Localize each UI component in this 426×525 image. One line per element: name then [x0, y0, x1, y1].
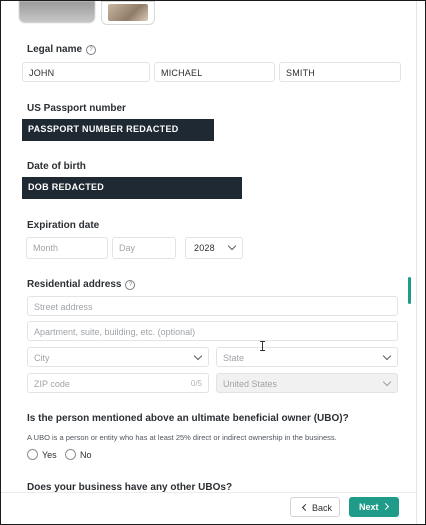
radio-circle-icon[interactable]	[27, 449, 38, 460]
chevron-down-icon	[382, 377, 392, 387]
ubo-question: Is the person mentioned above an ultimat…	[27, 413, 349, 424]
expiration-day-field[interactable]: Day	[112, 237, 176, 259]
zip-code-input[interactable]: ZIP code 0/5	[27, 373, 209, 393]
form-window: Legal name? JOHN MICHAEL SMITH US Passpo…	[0, 0, 426, 525]
panel-divider	[416, 1, 417, 524]
back-button[interactable]: Back	[290, 497, 340, 517]
expiration-label: Expiration date	[27, 220, 99, 231]
chevron-right-icon	[381, 502, 390, 511]
legal-name-label: Legal name?	[27, 44, 97, 55]
last-name-field[interactable]: SMITH	[279, 62, 401, 82]
no-label: No	[80, 450, 92, 460]
first-name-value: JOHN	[29, 68, 55, 78]
chevron-left-icon	[301, 503, 310, 512]
street-placeholder: Street address	[34, 302, 93, 312]
document-thumbnail-back[interactable]	[101, 1, 155, 25]
country-select: United States	[216, 373, 398, 393]
chevron-down-icon	[227, 241, 237, 251]
expiration-month-field[interactable]: Month	[26, 237, 108, 259]
address-label: Residential address?	[27, 279, 136, 290]
dob-label-text: Date of birth	[27, 161, 86, 172]
ubo-hint: A UBO is a person or entity who has at l…	[27, 433, 337, 442]
state-placeholder: State	[223, 353, 245, 363]
chevron-down-icon	[382, 351, 392, 361]
passport-field-redacted[interactable]: PASSPORT NUMBER REDACTED	[22, 119, 214, 141]
ubo-yes-radio[interactable]: Yes	[27, 449, 57, 461]
help-icon[interactable]: ?	[86, 45, 97, 55]
dob-value: DOB REDACTED	[28, 182, 105, 192]
document-thumbnail-front[interactable]	[19, 1, 95, 23]
next-label: Next	[359, 502, 379, 512]
expiration-label-text: Expiration date	[27, 220, 100, 231]
document-image	[108, 4, 148, 21]
dob-field-redacted[interactable]: DOB REDACTED	[22, 177, 242, 199]
zip-placeholder: ZIP code	[34, 379, 70, 389]
middle-name-value: MICHAEL	[161, 68, 203, 78]
zip-counter: 0/5	[190, 379, 202, 388]
state-select[interactable]: State	[216, 347, 398, 367]
address-label-text: Residential address	[27, 279, 122, 290]
chevron-down-icon	[193, 351, 203, 361]
help-icon[interactable]: ?	[125, 280, 136, 290]
expiration-year-select[interactable]: 2028	[185, 237, 243, 259]
scrollbar-thumb[interactable]	[408, 277, 411, 304]
text-cursor-icon	[260, 341, 265, 351]
month-placeholder: Month	[33, 243, 59, 253]
day-placeholder: Day	[119, 243, 136, 253]
dob-label: Date of birth	[27, 161, 86, 172]
apartment-placeholder: Apartment, suite, building, etc. (option…	[34, 327, 196, 337]
city-placeholder: City	[34, 353, 50, 363]
next-button[interactable]: Next	[349, 497, 399, 517]
middle-name-field[interactable]: MICHAEL	[154, 62, 275, 82]
country-value: United States	[223, 379, 278, 389]
yes-label: Yes	[42, 450, 57, 460]
city-select[interactable]: City	[27, 347, 209, 367]
passport-label: US Passport number	[27, 103, 126, 114]
apartment-input[interactable]: Apartment, suite, building, etc. (option…	[27, 321, 398, 341]
back-label: Back	[312, 503, 333, 513]
first-name-field[interactable]: JOHN	[22, 62, 150, 82]
year-value: 2028	[194, 243, 215, 253]
legal-name-label-text: Legal name	[27, 44, 83, 55]
last-name-value: SMITH	[286, 68, 315, 78]
street-address-input[interactable]: Street address	[27, 296, 398, 316]
passport-label-text: US Passport number	[27, 103, 126, 114]
radio-circle-icon[interactable]	[65, 449, 76, 460]
passport-value: PASSPORT NUMBER REDACTED	[28, 124, 179, 134]
ubo-no-radio[interactable]: No	[65, 449, 92, 461]
